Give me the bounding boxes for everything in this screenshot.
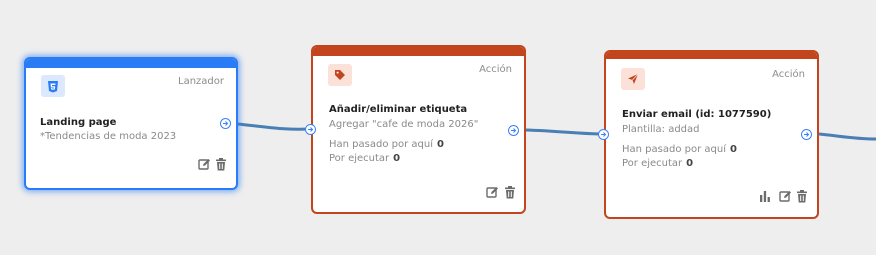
node-3-output-port[interactable] (801, 129, 812, 140)
trash-icon[interactable] (503, 185, 517, 199)
node-2-output-port[interactable] (508, 125, 519, 136)
tag-action-node[interactable]: Acción Añadir/eliminar etiqueta Agregar … (311, 45, 526, 214)
passed-value: 0 (436, 139, 444, 150)
launcher-node[interactable]: Lanzador Landing page *Tendencias de mod… (24, 57, 238, 190)
connector-1-2 (237, 122, 312, 131)
send-icon (621, 68, 645, 90)
node-1-output-port[interactable] (220, 118, 231, 129)
pending-label: Por ejecutar (622, 158, 683, 169)
pending-label: Por ejecutar (329, 153, 390, 164)
node-2-input-port[interactable] (305, 124, 316, 135)
trash-icon[interactable] (795, 189, 809, 203)
edit-icon[interactable] (485, 185, 499, 199)
node-topbar (313, 47, 524, 56)
email-action-node[interactable]: Acción Enviar email (id: 1077590) Planti… (604, 50, 819, 219)
tag-icon (328, 64, 352, 86)
pending-stat: Por ejecutar 0 (622, 158, 693, 169)
pending-stat: Por ejecutar 0 (329, 153, 400, 164)
node-subtitle: Plantilla: addad (622, 124, 700, 135)
pending-value: 0 (686, 158, 694, 169)
connector-2-3 (525, 128, 605, 136)
node-title: Landing page (40, 117, 117, 128)
passed-stat: Han pasado por aquí 0 (622, 144, 737, 155)
node-kind-label: Acción (479, 64, 512, 75)
pending-value: 0 (393, 153, 401, 164)
node-subtitle: Agregar "cafe de moda 2026" (329, 119, 479, 130)
node-3-input-port[interactable] (598, 129, 609, 140)
stats-icon[interactable] (758, 189, 772, 203)
html5-icon (41, 75, 65, 97)
edit-icon[interactable] (197, 157, 211, 171)
node-kind-label: Acción (772, 69, 805, 80)
node-topbar (606, 52, 817, 59)
passed-label: Han pasado por aquí (622, 144, 726, 155)
edit-icon[interactable] (778, 189, 792, 203)
node-kind-label: Lanzador (178, 76, 224, 87)
connector-3-next (818, 132, 876, 141)
passed-label: Han pasado por aquí (329, 139, 433, 150)
passed-value: 0 (729, 144, 737, 155)
node-title: Enviar email (id: 1077590) (622, 109, 772, 120)
trash-icon[interactable] (214, 157, 228, 171)
passed-stat: Han pasado por aquí 0 (329, 139, 444, 150)
node-topbar (26, 59, 236, 68)
node-title: Añadir/eliminar etiqueta (329, 104, 468, 115)
node-subtitle: *Tendencias de moda 2023 (40, 131, 177, 142)
